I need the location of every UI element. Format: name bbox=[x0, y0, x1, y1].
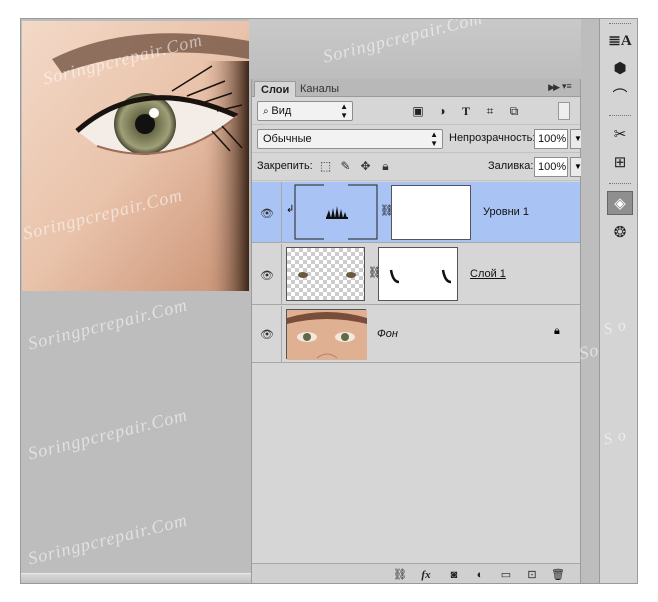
blend-mode-select[interactable]: Обычные ▲ ▼ bbox=[257, 129, 443, 149]
watermark-text: Soringpcrepair.Com bbox=[25, 294, 190, 354]
visibility-cell[interactable]: 👁︎ bbox=[252, 244, 282, 304]
panel-menu-icon[interactable]: ▾≡ bbox=[562, 81, 576, 93]
panel-footer: ⛓︎ fx ◙ ◐ ▭ ⊡ 🗑︎ bbox=[252, 563, 580, 583]
lock-label: Закрепить: bbox=[257, 160, 313, 172]
tab-channels[interactable]: Каналы bbox=[294, 81, 345, 97]
properties-icon[interactable]: ⊞ bbox=[607, 151, 633, 175]
filter-kind-select[interactable]: ⌕ Вид ▲ ▼ bbox=[257, 101, 353, 121]
watermark-text: Soringpcrepair.Com bbox=[25, 404, 190, 464]
tools-icon[interactable]: ✂ bbox=[607, 123, 633, 147]
shape-filter-icon[interactable]: ⌗ bbox=[482, 103, 498, 119]
layer-list: 👁︎ ↲ ⛓︎ Уровни 1 👁︎ ⛓︎ Слой 1 👁︎ Фон 🔒︎ bbox=[252, 182, 580, 562]
layer-row-levels[interactable]: 👁︎ ↲ ⛓︎ Уровни 1 bbox=[252, 182, 580, 243]
dock-separator bbox=[609, 183, 631, 185]
layer-mask-thumbnail[interactable] bbox=[391, 185, 471, 240]
fill-input[interactable]: 100% bbox=[534, 157, 568, 177]
channels-icon[interactable]: ❂ bbox=[607, 221, 633, 245]
select-arrows-icon: ▲ ▼ bbox=[340, 102, 348, 120]
background-thumbnail[interactable] bbox=[286, 309, 367, 360]
dock-separator bbox=[609, 23, 631, 25]
type-filter-icon[interactable]: T bbox=[458, 103, 474, 119]
filter-toggle-switch[interactable] bbox=[558, 102, 570, 120]
layer-row-layer1[interactable]: 👁︎ ⛓︎ Слой 1 bbox=[252, 244, 580, 305]
blend-row: Обычные ▲ ▼ Непрозрачность: 100% ▼ bbox=[252, 125, 586, 153]
new-layer-icon[interactable]: ⊡ bbox=[524, 568, 540, 582]
layer-name[interactable]: Слой 1 bbox=[470, 268, 506, 280]
eye-icon[interactable]: 👁︎ bbox=[260, 269, 274, 282]
lock-row: Закрепить: ⬚ ✎ ✥ 🔒︎ Заливка: 100% ▼ bbox=[252, 153, 586, 181]
lock-icon: 🔒︎ bbox=[554, 325, 560, 337]
levels-adjustment-thumbnail[interactable] bbox=[294, 184, 378, 240]
adjustment-filter-icon[interactable]: ◑ bbox=[434, 103, 450, 119]
pixel-filter-icon[interactable]: ▣ bbox=[410, 103, 426, 119]
fill-label: Заливка: bbox=[488, 160, 534, 172]
canvas-background-strip bbox=[249, 19, 599, 79]
layer-name[interactable]: Уровни 1 bbox=[483, 206, 529, 218]
layer-mask-thumbnail[interactable] bbox=[378, 247, 458, 301]
photoshop-workspace: Soringpcrepair.Com Soringpcrepair.Com So… bbox=[20, 18, 638, 584]
layer-name[interactable]: Фон bbox=[377, 328, 398, 340]
panel-tab-bar: Слои Каналы ▶▶ ▾≡ bbox=[252, 79, 580, 97]
adjustment-layer-icon[interactable]: ◐ bbox=[472, 568, 488, 582]
lock-position-icon[interactable]: ✥ bbox=[358, 159, 373, 174]
eye-icon[interactable]: 👁︎ bbox=[260, 328, 274, 341]
lock-transparency-icon[interactable]: ⬚ bbox=[318, 159, 333, 174]
panel-gap: Soringpcrepair.Com bbox=[577, 19, 637, 583]
pen-path-icon[interactable]: ⌒ bbox=[607, 85, 633, 109]
new-group-icon[interactable]: ▭ bbox=[498, 568, 514, 582]
character-icon[interactable]: ≣A bbox=[607, 29, 633, 53]
opacity-label: Непрозрачность: bbox=[449, 132, 536, 144]
opacity-input[interactable]: 100% bbox=[534, 129, 568, 149]
layers-panel: Слои Каналы ▶▶ ▾≡ ⌕ Вид ▲ ▼ ▣ ◑ T ⌗ ⧉ Обы… bbox=[251, 79, 586, 583]
eye-icon[interactable]: 👁︎ bbox=[260, 207, 274, 220]
filter-kind-label: Вид bbox=[271, 105, 292, 117]
trash-icon[interactable]: 🗑︎ bbox=[550, 568, 566, 582]
right-dock: ≣A ⬢ ⌒ ✂ ⊞ ◈ ❂ S o S o bbox=[599, 19, 637, 583]
layer-filter-row: ⌕ Вид ▲ ▼ ▣ ◑ T ⌗ ⧉ bbox=[252, 97, 580, 125]
watermark-text: S o bbox=[602, 426, 629, 449]
blend-mode-value: Обычные bbox=[263, 133, 312, 145]
collapse-arrows-icon[interactable]: ▶▶ bbox=[548, 82, 560, 93]
select-arrows-icon: ▲ ▼ bbox=[430, 130, 438, 148]
3d-cube-icon[interactable]: ⬢ bbox=[607, 57, 633, 81]
link-layers-icon[interactable]: ⛓︎ bbox=[392, 568, 408, 582]
smart-object-filter-icon[interactable]: ⧉ bbox=[506, 103, 522, 119]
tab-layers[interactable]: Слои bbox=[254, 81, 297, 97]
watermark-text: Soringpcrepair.Com bbox=[25, 509, 190, 569]
visibility-cell[interactable]: 👁︎ bbox=[252, 182, 282, 242]
watermark-text: S o bbox=[602, 316, 629, 339]
lock-all-icon[interactable]: 🔒︎ bbox=[378, 159, 393, 174]
lock-image-pixels-icon[interactable]: ✎ bbox=[338, 159, 353, 174]
layer-row-background[interactable]: 👁︎ Фон 🔒︎ bbox=[252, 306, 580, 363]
eye-photo bbox=[22, 21, 249, 291]
visibility-cell[interactable]: 👁︎ bbox=[252, 306, 282, 362]
fx-icon[interactable]: fx bbox=[418, 568, 434, 582]
layers-icon[interactable]: ◈ bbox=[607, 191, 633, 215]
layer-pixel-thumbnail[interactable] bbox=[286, 247, 365, 301]
add-mask-icon[interactable]: ◙ bbox=[446, 568, 462, 582]
dock-separator bbox=[609, 115, 631, 117]
